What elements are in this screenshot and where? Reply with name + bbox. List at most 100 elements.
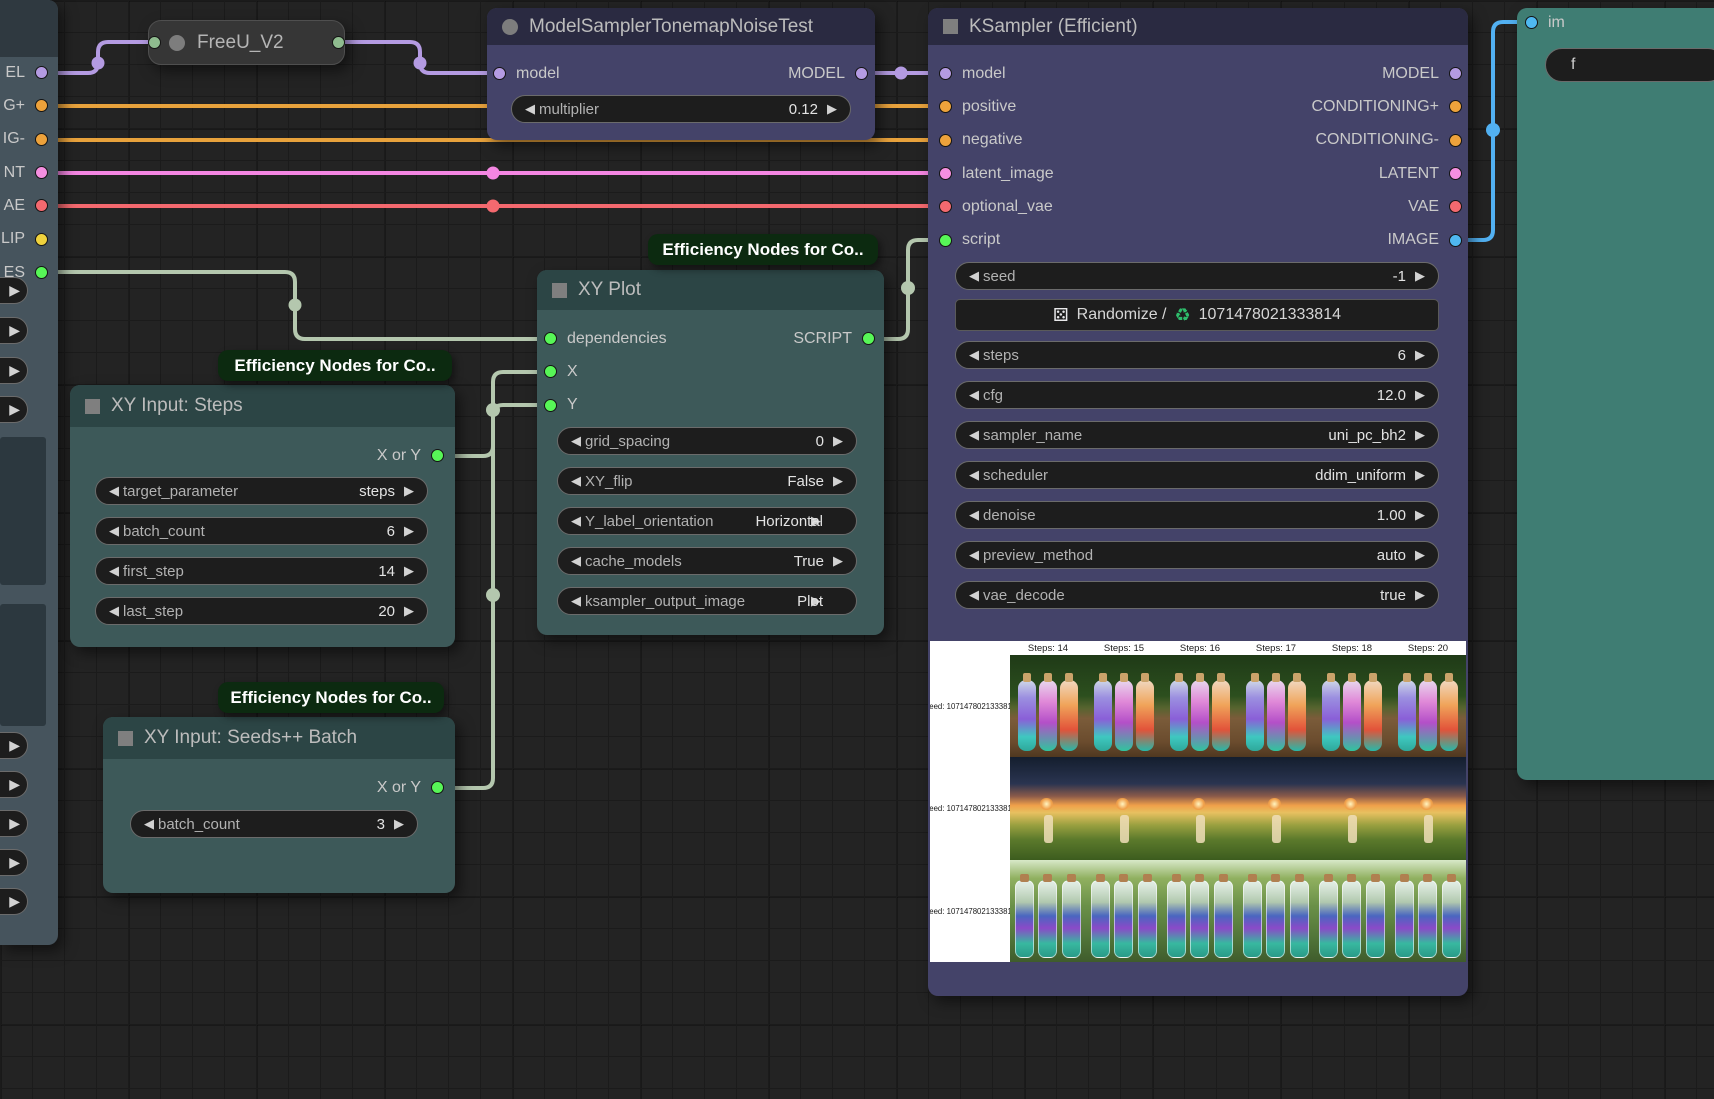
increment-arrow[interactable]: ▶ <box>1411 547 1429 563</box>
LATENT-slot[interactable] <box>1449 167 1462 180</box>
increment-arrow[interactable]: ▶ <box>829 473 847 489</box>
widget-last-step[interactable]: ◀last_step20▶ <box>95 597 428 625</box>
decrement-arrow[interactable]: ◀ <box>567 473 585 489</box>
widget-multiplier[interactable]: ◀multiplier0.12▶ <box>511 95 851 123</box>
LIP-slot[interactable] <box>35 233 48 246</box>
decrement-arrow[interactable]: ◀ <box>965 467 983 483</box>
decrement-arrow[interactable]: ◀ <box>965 587 983 603</box>
increment-arrow[interactable]: ▶ <box>1411 587 1429 603</box>
decrement-arrow[interactable]: ◀ <box>965 547 983 563</box>
widget-stub[interactable]: ▶ <box>0 888 28 915</box>
X-slot[interactable] <box>544 365 557 378</box>
loader-textarea[interactable] <box>0 437 46 585</box>
widget-steps[interactable]: ◀steps6▶ <box>955 341 1439 369</box>
increment-arrow[interactable]: ▶ <box>829 553 847 569</box>
increment-arrow[interactable]: ▶ <box>9 893 20 910</box>
node-title-bar[interactable]: XY Plot <box>537 270 884 310</box>
increment-arrow[interactable]: ▶ <box>823 101 841 117</box>
widget-stub[interactable]: ▶ <box>0 771 28 798</box>
increment-arrow[interactable]: ▶ <box>9 401 20 418</box>
widget-grid-spacing[interactable]: ◀grid_spacing0▶ <box>557 427 857 455</box>
collapse-button[interactable] <box>502 19 518 35</box>
decrement-arrow[interactable]: ◀ <box>140 816 158 832</box>
collapse-button[interactable] <box>552 283 567 298</box>
widget-stub[interactable]: ▶ <box>0 396 28 423</box>
increment-arrow[interactable]: ▶ <box>9 322 20 339</box>
widget-sampler-name[interactable]: ◀sampler_nameuni_pc_bh2▶ <box>955 421 1439 449</box>
widget-stub[interactable]: ▶ <box>0 277 28 304</box>
widget-vae-decode[interactable]: ◀vae_decodetrue▶ <box>955 581 1439 609</box>
collapse-button[interactable] <box>943 19 958 34</box>
increment-arrow[interactable]: ▶ <box>1411 467 1429 483</box>
widget-first-step[interactable]: ◀first_step14▶ <box>95 557 428 585</box>
collapse-button[interactable] <box>118 731 133 746</box>
IG--slot[interactable] <box>35 133 48 146</box>
script-slot[interactable] <box>939 234 952 247</box>
node-xy-input-seeds-batch[interactable]: XY Input: Seeds++ Batch X or Y ◀batch_co… <box>103 717 455 893</box>
increment-arrow[interactable]: ▶ <box>9 362 20 379</box>
decrement-arrow[interactable]: ◀ <box>567 553 585 569</box>
widget-batch-count[interactable]: ◀batch_count3▶ <box>130 810 418 838</box>
collapsed-input-slot[interactable] <box>148 36 161 49</box>
increment-arrow[interactable]: ▶ <box>9 854 20 871</box>
EL-slot[interactable] <box>35 66 48 79</box>
widget-xy-flip[interactable]: ◀XY_flipFalse▶ <box>557 467 857 495</box>
widget-stub[interactable]: ▶ <box>0 849 28 876</box>
widget-stub[interactable]: ▶ <box>0 810 28 837</box>
increment-arrow[interactable]: ▶ <box>400 563 418 579</box>
ES-slot[interactable] <box>35 266 48 279</box>
increment-arrow[interactable]: ▶ <box>400 523 418 539</box>
model-slot[interactable] <box>493 67 506 80</box>
node-title-bar[interactable]: KSampler (Efficient) <box>928 8 1468 45</box>
loader-textarea[interactable] <box>0 604 46 726</box>
CONDITIONING+-slot[interactable] <box>1449 100 1462 113</box>
VAE-slot[interactable] <box>1449 200 1462 213</box>
MODEL-slot[interactable] <box>855 67 868 80</box>
decrement-arrow[interactable]: ◀ <box>567 593 585 609</box>
widget-y-label-orientation[interactable]: ◀Y_label_orientationHorizontal▶ <box>557 507 857 535</box>
Y-slot[interactable] <box>544 399 557 412</box>
node-save-image[interactable]: im f <box>1517 8 1714 780</box>
increment-arrow[interactable]: ▶ <box>9 815 20 832</box>
positive-slot[interactable] <box>939 100 952 113</box>
node-graph-canvas[interactable]: ELG+IG-NTAELIPES ▶▶▶▶▶▶▶▶▶ FreeU_V2 Mode… <box>0 0 1714 1099</box>
widget-stub[interactable]: ▶ <box>0 317 28 344</box>
X or Y-slot[interactable] <box>431 781 444 794</box>
node-freeu-v2[interactable]: FreeU_V2 <box>148 20 345 65</box>
decrement-arrow[interactable]: ◀ <box>965 387 983 403</box>
CONDITIONING--slot[interactable] <box>1449 134 1462 147</box>
decrement-arrow[interactable]: ◀ <box>105 603 123 619</box>
node-title-bar[interactable]: XY Input: Steps <box>70 385 455 427</box>
widget-cache-models[interactable]: ◀cache_modelsTrue▶ <box>557 547 857 575</box>
decrement-arrow[interactable]: ◀ <box>965 427 983 443</box>
increment-arrow[interactable]: ▶ <box>400 483 418 499</box>
node-title-bar[interactable]: ModelSamplerTonemapNoiseTest <box>487 8 875 45</box>
MODEL-slot[interactable] <box>1449 67 1462 80</box>
SCRIPT-slot[interactable] <box>862 332 875 345</box>
decrement-arrow[interactable]: ◀ <box>567 433 585 449</box>
randomize-seed-button[interactable]: ⚄ Randomize / ♻ 1071478021333814 <box>955 299 1439 331</box>
widget-scheduler[interactable]: ◀schedulerddim_uniform▶ <box>955 461 1439 489</box>
G+-slot[interactable] <box>35 99 48 112</box>
decrement-arrow[interactable]: ◀ <box>521 101 539 117</box>
node-efficient-loader[interactable]: ELG+IG-NTAELIPES ▶▶▶▶▶▶▶▶▶ <box>0 0 58 945</box>
widget-seed[interactable]: ◀seed-1▶ <box>955 262 1439 290</box>
increment-arrow[interactable]: ▶ <box>1411 268 1429 284</box>
X or Y-slot[interactable] <box>431 449 444 462</box>
NT-slot[interactable] <box>35 166 48 179</box>
AE-slot[interactable] <box>35 199 48 212</box>
collapse-button[interactable] <box>85 399 100 414</box>
increment-arrow[interactable]: ▶ <box>829 433 847 449</box>
node-title-bar[interactable] <box>0 0 58 57</box>
increment-arrow[interactable]: ▶ <box>1411 347 1429 363</box>
node-xy-plot[interactable]: XY Plot dependenciesXY SCRIPT ◀grid_spac… <box>537 270 884 635</box>
widget-preview-method[interactable]: ◀preview_methodauto▶ <box>955 541 1439 569</box>
increment-arrow[interactable]: ▶ <box>1411 387 1429 403</box>
widget-ksampler-output-image[interactable]: ◀ksampler_output_imagePlot▶ <box>557 587 857 615</box>
optional_vae-slot[interactable] <box>939 200 952 213</box>
im-slot[interactable] <box>1525 16 1538 29</box>
collapse-button[interactable] <box>169 35 185 51</box>
node-title-bar[interactable]: XY Input: Seeds++ Batch <box>103 717 455 759</box>
node-ksampler-efficient[interactable]: KSampler (Efficient) modelpositivenegati… <box>928 8 1468 996</box>
widget-batch-count[interactable]: ◀batch_count6▶ <box>95 517 428 545</box>
